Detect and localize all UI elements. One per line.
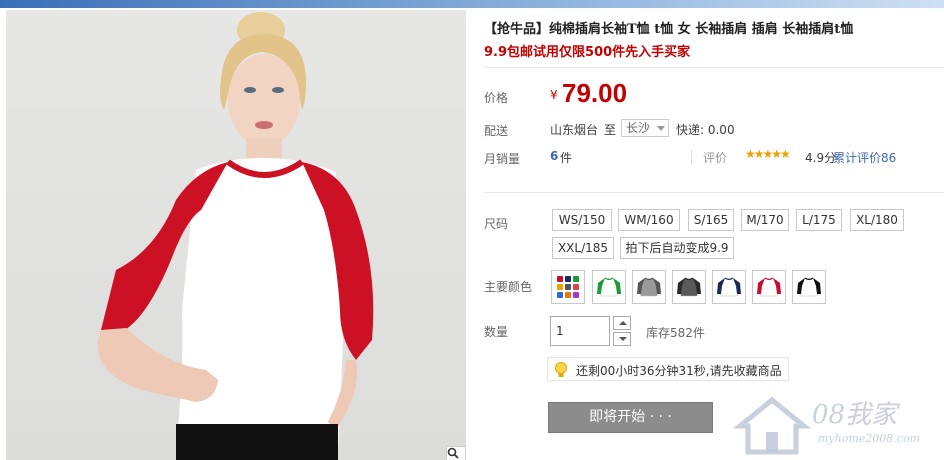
- divider: [484, 67, 944, 68]
- color-swatch-navy[interactable]: [712, 270, 746, 304]
- product-subtitle: 9.9包邮试用仅限500件先入手买家: [484, 45, 691, 60]
- size-option[interactable]: 拍下后自动变成9.9: [620, 237, 734, 259]
- destination-select[interactable]: 长沙: [621, 119, 669, 137]
- chevron-down-icon: [619, 337, 627, 341]
- color-swatch-green[interactable]: [592, 270, 626, 304]
- color-swatch-black[interactable]: [792, 270, 826, 304]
- color-swatch-red[interactable]: [752, 270, 786, 304]
- countdown-text: 还剩00小时36分钟31秒,请先收藏商品: [576, 364, 782, 378]
- sales-count: 6: [550, 149, 559, 163]
- product-header: 【抢牛品】纯棉插肩长袖T恤 t恤 女 长袖插肩 插肩 长袖插肩t恤 9.9包邮试…: [484, 18, 944, 64]
- coming-soon-button[interactable]: 即将开始 · · ·: [548, 402, 713, 433]
- sales-unit: 件: [560, 151, 573, 165]
- size-option[interactable]: L/175: [796, 209, 842, 231]
- watermark-url: myhome2008.com: [818, 432, 920, 445]
- review-label: 评价: [703, 151, 728, 165]
- top-bar: [0, 0, 944, 8]
- price-label: 价格: [484, 91, 509, 105]
- ship-from: 山东烟台: [550, 123, 599, 137]
- destination-value: 长沙: [626, 121, 651, 135]
- quantity-increment-button[interactable]: [613, 316, 631, 330]
- review-count-link[interactable]: 累计评价86: [833, 149, 896, 166]
- quantity-label: 数量: [484, 325, 509, 339]
- size-label: 尺码: [484, 217, 509, 231]
- express-fee: 快递: 0.00: [676, 123, 735, 137]
- sales-label: 月销量: [484, 152, 521, 166]
- divider: [484, 192, 944, 193]
- quantity-input[interactable]: [550, 316, 610, 346]
- shipping-label: 配送: [484, 124, 509, 138]
- color-swatch-multi-color[interactable]: [551, 270, 585, 304]
- color-swatch-dark-gray[interactable]: [672, 270, 706, 304]
- countdown-notice: 还剩00小时36分钟31秒,请先收藏商品: [547, 357, 789, 381]
- ship-to-word: 至: [604, 123, 617, 137]
- quantity-decrement-button[interactable]: [613, 332, 631, 346]
- size-option[interactable]: M/170: [741, 209, 789, 231]
- size-option[interactable]: XL/180: [850, 209, 904, 231]
- price-value: 79.00: [562, 78, 628, 108]
- product-photo: [6, 10, 466, 460]
- size-option[interactable]: XXL/185: [552, 237, 614, 259]
- size-option[interactable]: S/165: [688, 209, 734, 231]
- currency-symbol: ¥: [550, 88, 558, 102]
- color-swatch-gray[interactable]: [632, 270, 666, 304]
- product-title: 【抢牛品】纯棉插肩长袖T恤 t恤 女 长袖插肩 插肩 长袖插肩t恤: [484, 22, 854, 37]
- size-option[interactable]: WM/160: [618, 209, 680, 231]
- rating-score: 4.9分: [805, 151, 837, 165]
- divider: [691, 150, 692, 164]
- rating-stars-icon: ★★★★★: [745, 147, 791, 161]
- stock-count: 库存582件: [646, 326, 705, 340]
- watermark-text: 08我家: [812, 400, 898, 430]
- zoom-icon[interactable]: [446, 446, 466, 460]
- lightbulb-icon: [555, 362, 567, 377]
- chevron-up-icon: [619, 321, 627, 325]
- chevron-down-icon: [657, 126, 665, 131]
- color-label: 主要颜色: [484, 280, 533, 294]
- size-option[interactable]: WS/150: [552, 209, 612, 231]
